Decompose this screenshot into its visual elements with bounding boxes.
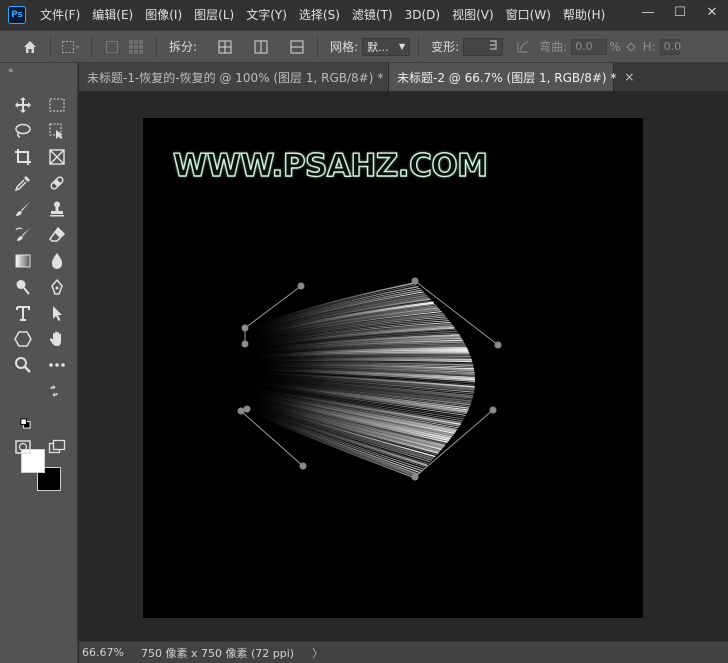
workspace: WWW.PSAHZ.COM	[79, 91, 728, 641]
layer-option-icon[interactable]	[100, 36, 124, 58]
grid-overlay-icon[interactable]	[124, 36, 148, 58]
menu-3d[interactable]: 3D(D)	[399, 0, 446, 30]
tab-document-2-label: 未标题-2 @ 66.7% (图层 1, RGB/8#) *	[397, 70, 617, 85]
menu-view[interactable]: 视图(V)	[446, 0, 500, 30]
window-controls: — ☐ ✕	[632, 0, 728, 24]
history-brush-icon[interactable]	[10, 223, 36, 247]
menu-bar: Ps 文件(F) 编辑(E) 图像(I) 图层(L) 文字(Y) 选择(S) 滤…	[0, 0, 728, 30]
grid-label: 网格:	[330, 40, 359, 54]
quick-mask-icon[interactable]	[10, 435, 36, 459]
watermark-text: WWW.PSAHZ.COM	[172, 147, 488, 184]
warp-mode-select[interactable]	[463, 37, 504, 56]
swap-colors-icon[interactable]	[46, 383, 62, 399]
brush-icon[interactable]	[10, 197, 36, 221]
status-menu-arrow-icon[interactable]: 〉	[312, 645, 323, 661]
h-input[interactable]: 0.0	[659, 38, 681, 55]
document-tab-bar: 未标题-1-恢复的-恢复的 @ 100% (图层 1, RGB/8#) * × …	[79, 63, 728, 91]
warp-mode-icon	[488, 40, 498, 53]
document-info: 750 像素 x 750 像素 (72 ppi)	[141, 646, 295, 660]
gradient-icon[interactable]	[10, 249, 36, 273]
crop-icon[interactable]	[10, 145, 36, 169]
bend-input[interactable]: 0.0	[571, 38, 608, 55]
options-separator	[50, 36, 51, 57]
split-horizontal-icon[interactable]	[285, 36, 309, 58]
grid-select-value: 默...	[367, 40, 389, 54]
tab-document-1[interactable]: 未标题-1-恢复的-恢复的 @ 100% (图层 1, RGB/8#) * ×	[79, 63, 401, 91]
eyedropper-icon[interactable]	[10, 171, 36, 195]
canvas-artwork	[237, 277, 502, 481]
maximize-button[interactable]: ☐	[664, 0, 696, 24]
split-label: 拆分:	[169, 40, 198, 54]
warp-label: 变形:	[431, 40, 460, 54]
pen-icon[interactable]	[44, 275, 70, 299]
menu-window[interactable]: 窗口(W)	[500, 0, 557, 30]
tab-document-2[interactable]: 未标题-2 @ 66.7% (图层 1, RGB/8#) * ×	[389, 63, 634, 91]
reference-point-icon[interactable]	[623, 36, 639, 58]
options-separator	[317, 36, 319, 57]
menu-filter[interactable]: 滤镜(T)	[346, 0, 399, 30]
collapse-chevron-icon[interactable]: «	[8, 66, 14, 76]
lasso-icon[interactable]	[10, 119, 36, 143]
options-separator	[91, 36, 92, 57]
path-select-icon[interactable]	[44, 301, 70, 325]
menu-image[interactable]: 图像(I)	[139, 0, 188, 30]
status-bar: 66.67% 750 像素 x 750 像素 (72 ppi) 〉	[79, 641, 728, 663]
close-button[interactable]: ✕	[696, 0, 728, 24]
dodge-icon[interactable]	[10, 275, 36, 299]
chevron-down-icon: ▼	[398, 42, 406, 51]
screen-mode-icon[interactable]	[44, 435, 70, 459]
menu-select[interactable]: 选择(S)	[293, 0, 346, 30]
warp-orientation-icon[interactable]	[511, 36, 535, 58]
options-bar: 拆分: 网格: 默... ▼ 变形: 弯曲: 0.0 % H: 0.0	[0, 30, 728, 63]
object-select-icon[interactable]	[44, 119, 70, 143]
split-cross-icon[interactable]	[213, 36, 237, 58]
default-colors-icon[interactable]	[17, 415, 33, 431]
menu-help[interactable]: 帮助(H)	[557, 0, 611, 30]
healing-brush-icon[interactable]	[44, 171, 70, 195]
document-canvas[interactable]: WWW.PSAHZ.COM	[143, 118, 643, 618]
bend-label: 弯曲:	[539, 40, 568, 54]
zoom-icon[interactable]	[10, 353, 36, 377]
bend-unit: %	[609, 39, 621, 54]
h-label: H:	[642, 39, 656, 54]
grid-select[interactable]: 默... ▼	[362, 37, 411, 56]
menu-file[interactable]: 文件(F)	[34, 0, 86, 30]
options-separator	[156, 36, 157, 57]
minimize-button[interactable]: —	[632, 0, 664, 24]
type-icon[interactable]	[10, 301, 36, 325]
stamp-icon[interactable]	[44, 197, 70, 221]
menu-layer[interactable]: 图层(L)	[188, 0, 240, 30]
photoshop-logo-icon: Ps	[8, 6, 26, 24]
home-icon[interactable]	[18, 36, 42, 58]
marquee-icon[interactable]	[44, 93, 70, 117]
menu-edit[interactable]: 编辑(E)	[86, 0, 139, 30]
light-streaks	[244, 282, 476, 479]
move-icon[interactable]	[10, 93, 36, 117]
blur-icon[interactable]	[44, 249, 70, 273]
split-vertical-icon[interactable]	[249, 36, 273, 58]
options-separator	[418, 36, 420, 57]
tab-close-icon[interactable]: ×	[624, 70, 634, 84]
menu-type[interactable]: 文字(Y)	[240, 0, 293, 30]
transform-select-icon[interactable]	[59, 36, 83, 58]
hand-icon[interactable]	[44, 327, 70, 351]
more-tools-icon[interactable]	[44, 353, 70, 377]
zoom-level[interactable]: 66.67%	[79, 646, 133, 659]
shape-icon[interactable]	[10, 327, 36, 351]
eraser-icon[interactable]	[44, 223, 70, 247]
tab-document-1-label: 未标题-1-恢复的-恢复的 @ 100% (图层 1, RGB/8#) *	[87, 70, 384, 85]
tools-panel: «	[0, 63, 78, 663]
frame-icon[interactable]	[44, 145, 70, 169]
